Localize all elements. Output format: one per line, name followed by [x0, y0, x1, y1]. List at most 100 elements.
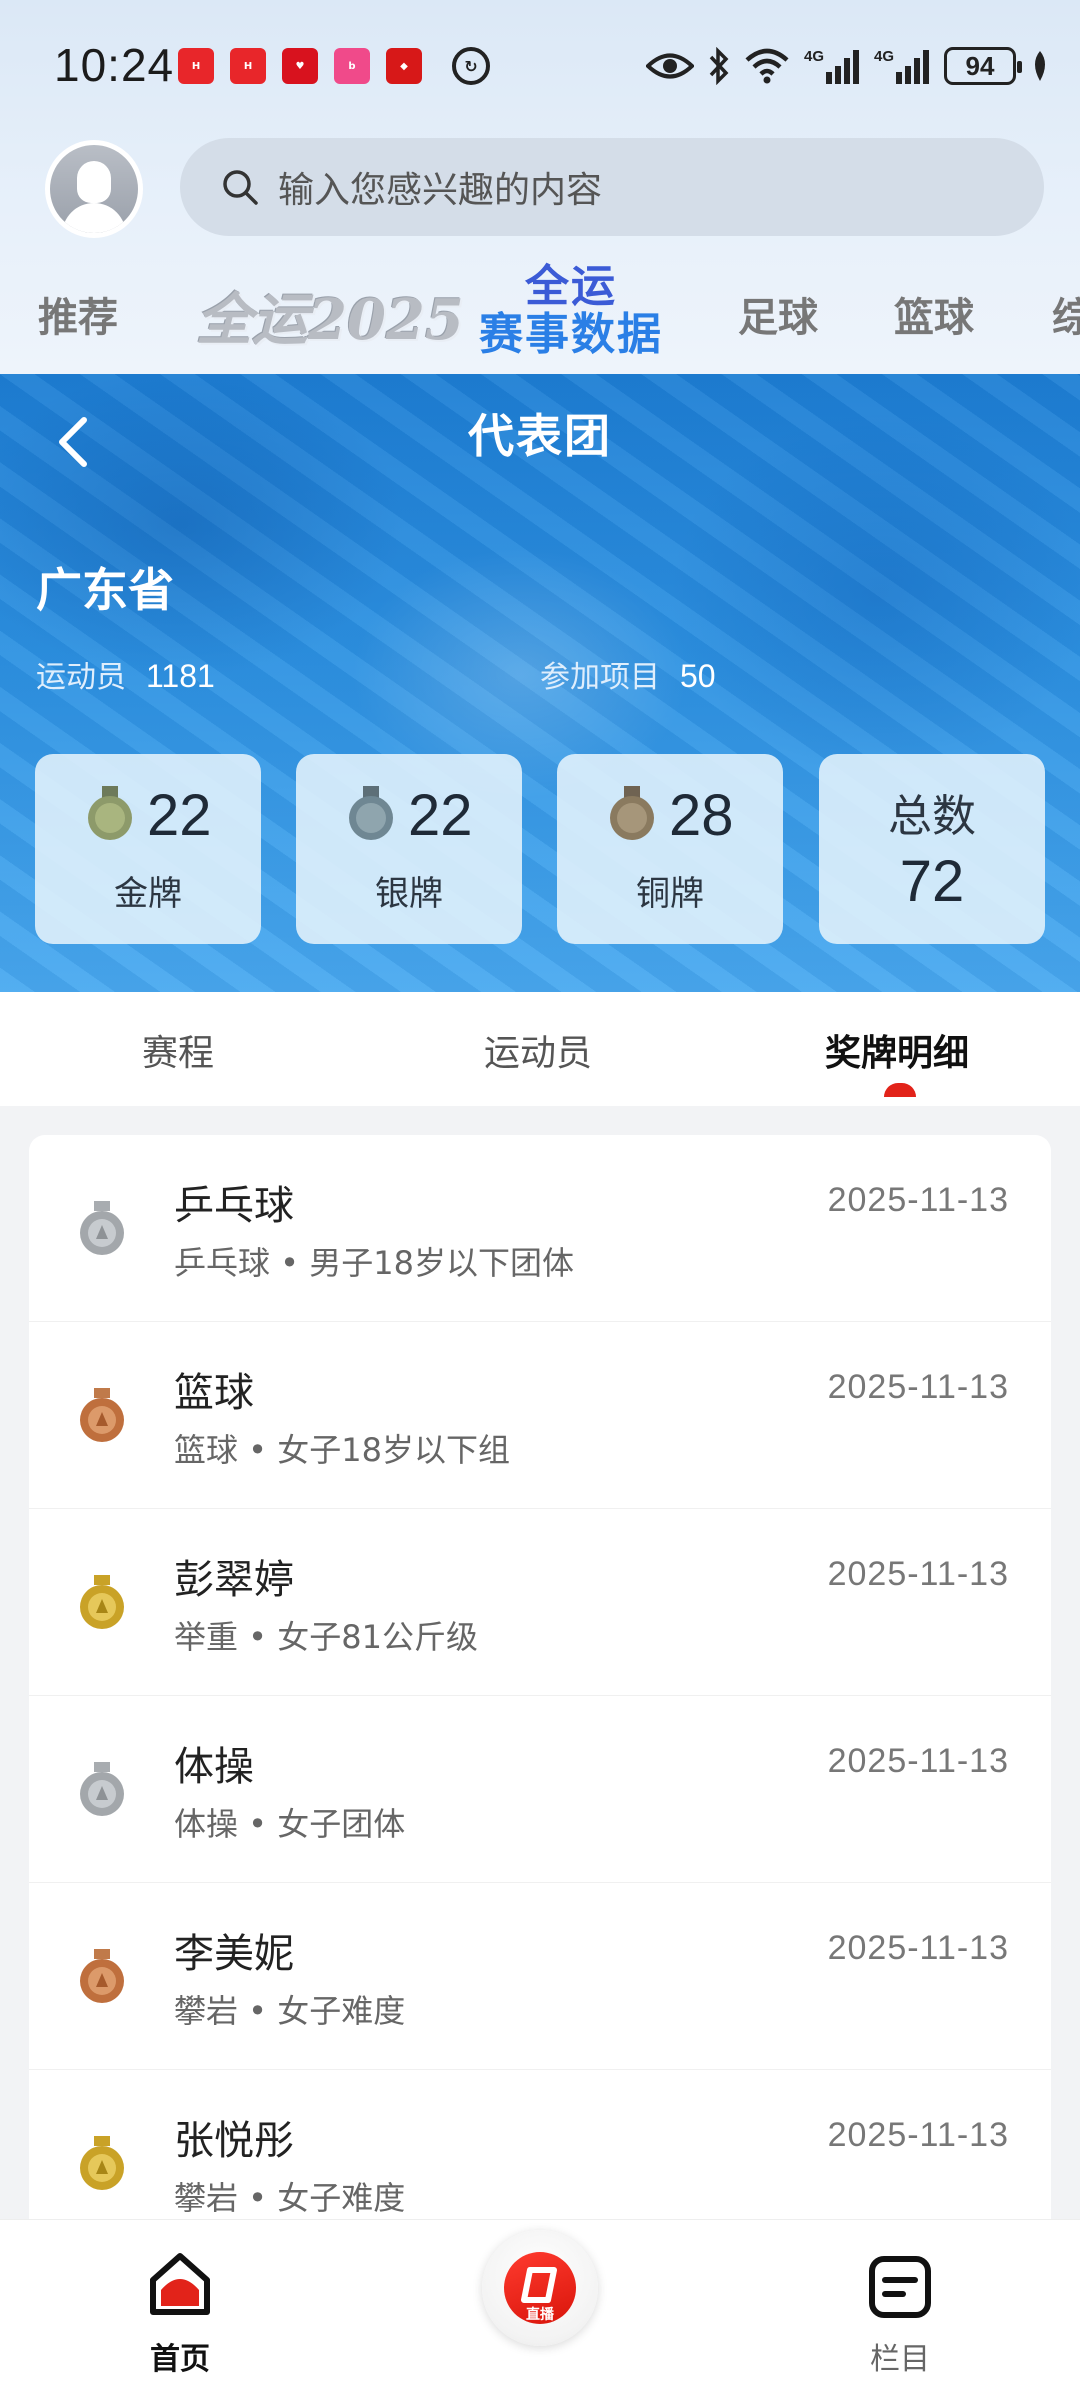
medal-item-title: 体操: [174, 1744, 254, 1790]
medal-item-event: 篮球 • 女子18岁以下组: [174, 1431, 510, 1469]
search-input[interactable]: 输入您感兴趣的内容: [180, 138, 1044, 236]
channel-tabs: 推荐 全运2025 全运 赛事数据 足球 篮球 综: [0, 255, 1080, 374]
delegation-tabs: 赛程 运动员 奖牌明细: [0, 992, 1080, 1106]
tab-medal-detail[interactable]: 奖牌明细: [825, 1024, 969, 1076]
huawei-notification-icon-2: H: [230, 48, 266, 84]
medal-item-title: 篮球: [174, 1370, 254, 1416]
team-name: 广东省: [36, 563, 174, 617]
list-item[interactable]: 李美妮 攀岩 • 女子难度 2025-11-13: [29, 1883, 1051, 2070]
medal-item-title: 乒乓球: [174, 1183, 294, 1229]
leaf-charging-icon: [1035, 51, 1045, 81]
channel-event-data[interactable]: 全运 赛事数据: [476, 263, 666, 359]
eye-icon: [646, 53, 694, 79]
medal-item-event: 体操 • 女子团体: [174, 1805, 406, 1843]
user-avatar[interactable]: [45, 140, 143, 238]
battery-indicator: 94: [944, 47, 1022, 85]
medal-item-date: 2025-11-13: [827, 1181, 1009, 1219]
channel-recommend[interactable]: 推荐: [38, 285, 118, 343]
gold-label: 金牌: [114, 874, 182, 914]
delegation-hero: 代表团 广东省 运动员 1181 参加项目 50 22 金牌 22 银牌 28 铜牌: [0, 374, 1080, 992]
bilibili-notification-icon: b: [334, 48, 370, 84]
silver-label: 银牌: [375, 874, 443, 914]
list-item[interactable]: 彭翠婷 举重 • 女子81公斤级 2025-11-13: [29, 1509, 1051, 1696]
silver-medal-icon: [80, 1762, 124, 1816]
system-icons: 4G 4G 94: [646, 42, 1050, 90]
list-item[interactable]: 篮球 篮球 • 女子18岁以下组 2025-11-13: [29, 1322, 1051, 1509]
gold-medal-icon: [80, 1575, 124, 1629]
gold-count: 22: [147, 783, 212, 848]
events-label: 参加项目: [540, 660, 660, 695]
nav-live-button[interactable]: 直播: [482, 2230, 598, 2346]
athletes-label: 运动员: [36, 660, 126, 695]
total-count: 72: [899, 849, 965, 914]
home-icon: [150, 2253, 210, 2315]
medal-item-date: 2025-11-13: [827, 2116, 1009, 2154]
silver-medal-card: 22 银牌: [296, 754, 522, 944]
medal-item-event: 举重 • 女子81公斤级: [174, 1618, 478, 1656]
data-saver-icon: ↻: [452, 47, 490, 85]
active-tab-indicator: [884, 1083, 916, 1097]
silver-count: 22: [408, 783, 473, 848]
silver-medal-icon: [80, 1201, 124, 1255]
network-label-2: 4G: [874, 48, 894, 65]
bottom-navigation: 首页 直播 栏目: [0, 2220, 1080, 2388]
bluetooth-icon: [709, 47, 729, 85]
gold-medal-icon: [88, 786, 132, 840]
signal-4g-icon-2: 4G: [874, 48, 929, 84]
medal-item-title: 李美妮: [174, 1931, 294, 1977]
huawei-notification-icon: H: [178, 48, 214, 84]
nav-home[interactable]: 首页: [130, 2250, 230, 2377]
list-item[interactable]: 张悦彤 攀岩 • 女子难度 2025-11-13: [29, 2070, 1051, 2235]
channel-more[interactable]: 综: [1052, 285, 1080, 343]
bronze-medal-card: 28 铜牌: [557, 754, 783, 944]
total-label: 总数: [888, 791, 976, 842]
silver-medal-icon: [349, 786, 393, 840]
channel-basketball[interactable]: 篮球: [894, 285, 974, 343]
medal-item-event: 攀岩 • 女子难度: [174, 1992, 406, 2030]
search-placeholder: 输入您感兴趣的内容: [278, 170, 603, 211]
signal-4g-icon: 4G: [804, 48, 859, 84]
medal-item-title: 彭翠婷: [174, 1557, 294, 1603]
tab-athletes[interactable]: 运动员: [484, 1024, 592, 1076]
medal-detail-list: 乒乓球 乒乓球 • 男子18岁以下团体 2025-11-13 篮球 篮球 • 女…: [29, 1135, 1051, 2235]
channel-event-data-line2: 赛事数据: [479, 309, 663, 360]
shopping-notification-icon: ♥: [282, 48, 318, 84]
nav-home-label: 首页: [150, 2342, 210, 2377]
bronze-label: 铜牌: [636, 874, 704, 914]
gold-medal-icon: [80, 2136, 124, 2190]
columns-icon: [869, 2256, 931, 2318]
page-title: 代表团: [468, 409, 612, 463]
network-label-1: 4G: [804, 48, 824, 65]
wifi-icon: [745, 48, 789, 84]
nav-live-label: 直播: [526, 2307, 554, 2323]
list-item[interactable]: 乒乓球 乒乓球 • 男子18岁以下团体 2025-11-13: [29, 1135, 1051, 1322]
gold-medal-card: 22 金牌: [35, 754, 261, 944]
events-value: 50: [680, 658, 716, 694]
total-medal-card: 总数 72: [819, 754, 1045, 944]
list-item[interactable]: 体操 体操 • 女子团体 2025-11-13: [29, 1696, 1051, 1883]
medal-item-event: 乒乓球 • 男子18岁以下团体: [174, 1244, 574, 1282]
bronze-medal-icon: [80, 1388, 124, 1442]
medal-item-date: 2025-11-13: [827, 1555, 1009, 1593]
channel-football[interactable]: 足球: [738, 285, 818, 343]
channel-quanyun-2025-logo[interactable]: 全运2025: [196, 275, 464, 356]
app-notification-icon: ◆: [386, 48, 422, 84]
battery-level: 94: [965, 50, 995, 81]
bronze-medal-icon: [610, 786, 654, 840]
bronze-count: 28: [669, 783, 734, 848]
athletes-stat: 运动员 1181: [36, 652, 215, 696]
channel-event-data-line1: 全运: [525, 261, 617, 312]
tab-schedule[interactable]: 赛程: [142, 1024, 214, 1076]
status-time: 10:24: [54, 39, 175, 91]
status-bar: 10:24 H H ♥ b ◆ ↻ 4G 4G 94: [0, 0, 1080, 135]
athletes-value: 1181: [146, 658, 215, 694]
nav-columns-label: 栏目: [870, 2342, 930, 2377]
medal-item-event: 攀岩 • 女子难度: [174, 2179, 406, 2217]
nav-columns[interactable]: 栏目: [850, 2250, 950, 2377]
bronze-medal-icon: [80, 1949, 124, 2003]
search-icon: [223, 170, 258, 205]
events-stat: 参加项目 50: [540, 652, 716, 696]
top-area: 10:24 H H ♥ b ◆ ↻ 4G 4G 94 输入您感兴趣的内容 推荐 …: [0, 0, 1080, 374]
search-row: 输入您感兴趣的内容: [0, 135, 1080, 255]
medal-item-date: 2025-11-13: [827, 1929, 1009, 1967]
